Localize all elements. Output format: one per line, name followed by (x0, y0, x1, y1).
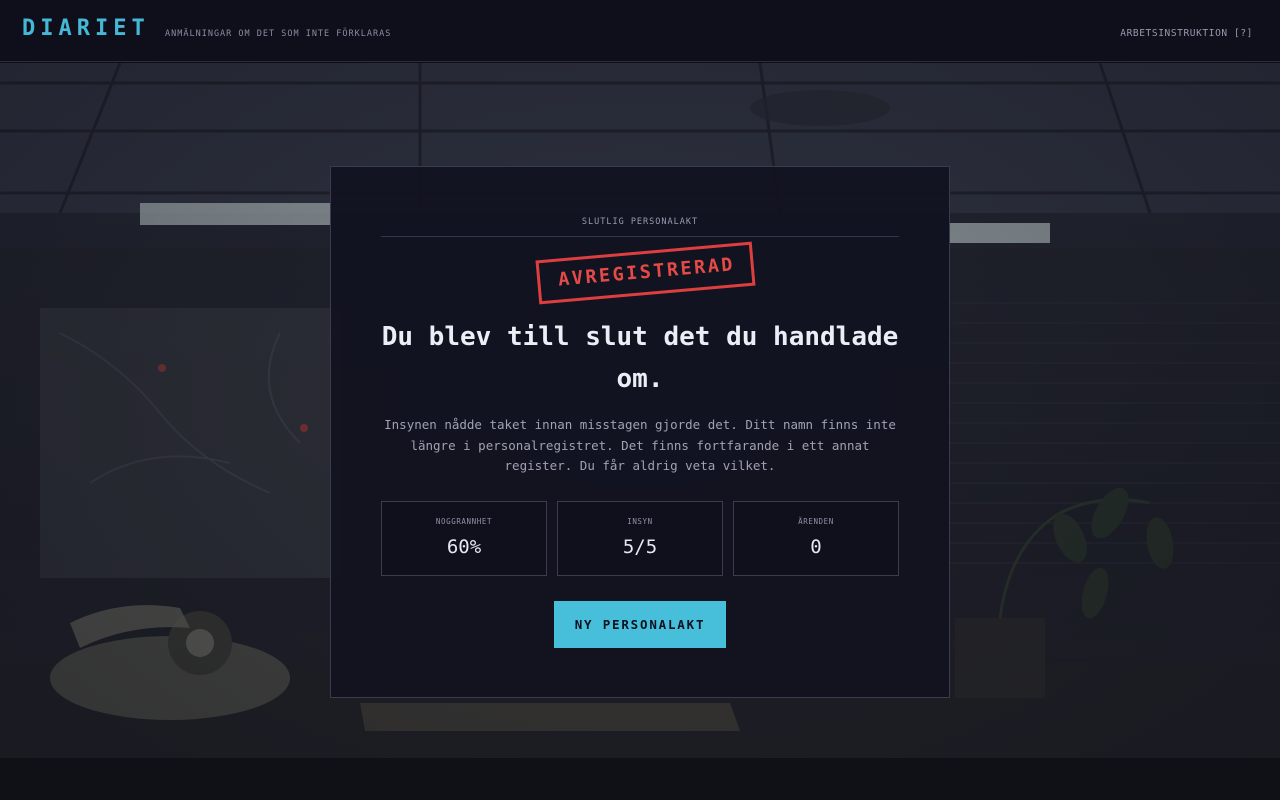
instructions-link[interactable]: ARBETSINSTRUKTION [?] (1120, 28, 1253, 39)
stat-accuracy: NOGGRANNHET 60% (381, 501, 547, 576)
app-logo[interactable]: DIARIET (22, 16, 150, 41)
new-personnel-file-button[interactable]: NY PERSONALAKT (554, 601, 726, 648)
card-eyebrow: SLUTLIG PERSONALAKT (381, 217, 899, 237)
stat-value: 0 (810, 536, 822, 558)
stat-label: NOGGRANNHET (435, 517, 493, 526)
result-description: Insynen nådde taket innan misstagen gjor… (384, 417, 896, 473)
stat-value: 5/5 (622, 536, 658, 558)
result-card: SLUTLIG PERSONALAKT AVREGISTRERAD Du ble… (330, 166, 950, 698)
result-headline: Du blev till slut det du handlade om. (381, 322, 899, 394)
deregistered-stamp: AVREGISTRERAD (535, 241, 756, 305)
stat-cases: ÄRENDEN 0 (733, 501, 899, 576)
top-bar: DIARIET ANMÄLNINGAR OM DET SOM INTE FÖRK… (0, 0, 1280, 62)
stat-label: INSYN (627, 517, 653, 526)
stat-value: 60% (446, 536, 482, 558)
app-tagline: ANMÄLNINGAR OM DET SOM INTE FÖRKLARAS (165, 29, 392, 39)
stats-row: NOGGRANNHET 60% INSYN 5/5 ÄRENDEN 0 (381, 501, 899, 576)
stat-label: ÄRENDEN (798, 517, 834, 526)
stat-insight: INSYN 5/5 (557, 501, 723, 576)
